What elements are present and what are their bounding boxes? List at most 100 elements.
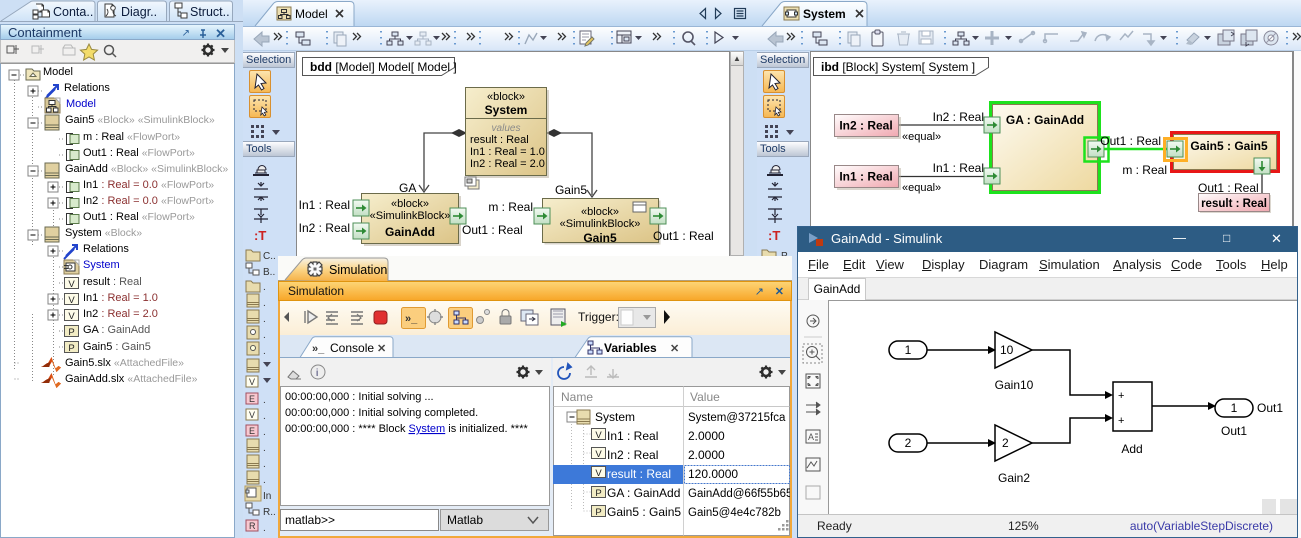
- svg-text:1: 1: [905, 343, 912, 357]
- svg-text:A: A: [808, 432, 814, 442]
- svg-text::T: :T: [254, 228, 266, 242]
- svg-text:In2 : Real: In2 : Real: [839, 119, 892, 133]
- svg-text:In2 : Real: In2 : Real: [933, 110, 984, 124]
- svg-text:«equal»: «equal»: [902, 182, 941, 194]
- svg-text:«block»: «block»: [487, 91, 525, 103]
- svg-text:Out1: Out1: [1257, 401, 1283, 415]
- svg-text:Variables: Variables: [604, 341, 657, 355]
- svg-text:Out1 : Real: Out1 : Real: [1100, 134, 1161, 148]
- svg-text:V: V: [249, 377, 255, 387]
- svg-text:matlab>>: matlab>>: [285, 513, 335, 527]
- svg-text:Gain5@4e4c782b: Gain5@4e4c782b: [688, 507, 781, 519]
- svg-text:.: .: [263, 330, 266, 341]
- svg-text:«block»: «block»: [391, 198, 429, 210]
- svg-text:«SimulinkBlock»: «SimulinkBlock»: [370, 210, 451, 222]
- svg-text:Trigger:: Trigger:: [578, 310, 619, 324]
- svg-text:✕: ✕: [670, 343, 679, 355]
- svg-text:.: .: [263, 395, 266, 406]
- svg-text:E: E: [249, 394, 255, 404]
- svg-text:00:00:00,000 : Initial solving: 00:00:00,000 : Initial solving ...: [285, 391, 434, 403]
- svg-text:«block»: «block»: [581, 206, 619, 218]
- svg-text:result : Real: result : Real: [470, 134, 529, 146]
- svg-text:2: 2: [905, 436, 912, 450]
- svg-text:Value: Value: [690, 390, 720, 404]
- svg-text:Name: Name: [561, 390, 593, 404]
- svg-text:System: System: [595, 410, 635, 424]
- svg-text:»_: »_: [312, 343, 325, 355]
- svg-text:Struct..: Struct..: [190, 5, 230, 19]
- svg-text:In1 : Real: In1 : Real: [839, 170, 892, 184]
- svg-text:Gain2: Gain2: [998, 471, 1030, 485]
- svg-text:m : Real: m : Real: [1122, 163, 1167, 177]
- svg-text:Gain10: Gain10: [995, 378, 1034, 392]
- svg-text:E: E: [249, 426, 255, 436]
- svg-text:In1 : Real = 1.0: In1 : Real = 1.0: [470, 146, 545, 158]
- svg-text:In1 : Real: In1 : Real: [299, 198, 350, 212]
- svg-text:GA: GA: [399, 181, 416, 195]
- svg-text:m : Real: m : Real: [488, 200, 533, 214]
- svg-text:values: values: [492, 123, 521, 134]
- svg-text:✕: ✕: [377, 343, 386, 355]
- svg-text:Gain5 : Gain5: Gain5 : Gain5: [1190, 139, 1268, 153]
- svg-text:2.0000: 2.0000: [688, 429, 725, 443]
- svg-text:+: +: [1118, 390, 1124, 402]
- svg-text:Model: Model: [295, 7, 328, 21]
- svg-text:C..: C..: [263, 251, 276, 262]
- svg-text:Add: Add: [1121, 442, 1142, 456]
- svg-text:GainAdd@66f55b65: GainAdd@66f55b65: [688, 488, 790, 500]
- svg-text::T: :T: [768, 228, 780, 243]
- svg-text:In1 : Real: In1 : Real: [607, 429, 658, 443]
- svg-text:Out1 : Real: Out1 : Real: [1198, 181, 1259, 195]
- svg-text:V: V: [249, 410, 255, 420]
- svg-text:System: System: [803, 7, 846, 21]
- svg-text:.: .: [263, 523, 266, 534]
- svg-text:Conta..: Conta..: [53, 5, 93, 19]
- svg-text:Out1: Out1: [1221, 424, 1247, 438]
- svg-text:Console: Console: [330, 341, 374, 355]
- svg-text:i: i: [316, 368, 318, 379]
- svg-text:In2 : Real: In2 : Real: [299, 221, 350, 235]
- svg-text:Out1 : Real: Out1 : Real: [462, 223, 523, 237]
- svg-text:System@37215fca: System@37215fca: [688, 412, 786, 424]
- svg-text:Gain5: Gain5: [583, 231, 617, 245]
- svg-text:.: .: [263, 282, 266, 293]
- svg-text:ibd [Block] System[ System ]: ibd [Block] System[ System ]: [821, 60, 975, 74]
- svg-text:.: .: [263, 459, 266, 470]
- svg-text:+: +: [1118, 415, 1124, 427]
- svg-text:bdd [Model] Model[ Model ]: bdd [Model] Model[ Model ]: [310, 60, 457, 74]
- svg-text:10: 10: [1000, 343, 1014, 357]
- svg-text:120.0000: 120.0000: [688, 467, 738, 481]
- svg-text:«equal»: «equal»: [902, 131, 941, 143]
- svg-text:.: .: [263, 314, 266, 325]
- svg-text:R: R: [249, 521, 256, 531]
- svg-text:Matlab: Matlab: [447, 513, 483, 527]
- svg-text:1: 1: [1231, 401, 1238, 415]
- svg-text:Gain5: Gain5: [555, 183, 587, 197]
- svg-text:Out1 : Real: Out1 : Real: [653, 229, 714, 243]
- svg-text:«SimulinkBlock»: «SimulinkBlock»: [560, 218, 641, 230]
- svg-text:Gain5 : Gain5: Gain5 : Gain5: [607, 505, 681, 519]
- svg-text:GA : GainAdd: GA : GainAdd: [607, 486, 680, 500]
- svg-text:00:00:00,000 : **** Block Syst: 00:00:00,000 : **** Block System is init…: [285, 423, 528, 435]
- svg-text:GainAdd: GainAdd: [385, 225, 435, 239]
- svg-text:2: 2: [1002, 436, 1009, 450]
- svg-text:.: .: [263, 411, 266, 422]
- svg-text:.: .: [263, 346, 266, 357]
- svg-text:Simulation: Simulation: [329, 263, 387, 277]
- svg-text:00:00:00,000 : Initial solving: 00:00:00,000 : Initial solving completed…: [285, 407, 478, 419]
- svg-text:.: .: [263, 298, 266, 309]
- svg-text:In2 : Real: In2 : Real: [607, 448, 658, 462]
- svg-text:»_: »_: [405, 313, 418, 325]
- svg-text:GA : GainAdd: GA : GainAdd: [1006, 113, 1084, 127]
- svg-text:.: .: [263, 475, 266, 486]
- svg-text:B..: B..: [263, 267, 275, 278]
- svg-text:Diagr..: Diagr..: [121, 5, 157, 19]
- svg-text:R..: R..: [263, 507, 276, 518]
- svg-text:result : Real: result : Real: [607, 467, 671, 481]
- svg-text:result : Real: result : Real: [1201, 198, 1267, 210]
- svg-text:.: .: [263, 443, 266, 454]
- svg-text:In: In: [263, 491, 271, 502]
- svg-text:In1 : Real: In1 : Real: [933, 161, 984, 175]
- svg-text:.: .: [263, 427, 266, 438]
- svg-text:In2 : Real = 2.0: In2 : Real = 2.0: [470, 158, 545, 170]
